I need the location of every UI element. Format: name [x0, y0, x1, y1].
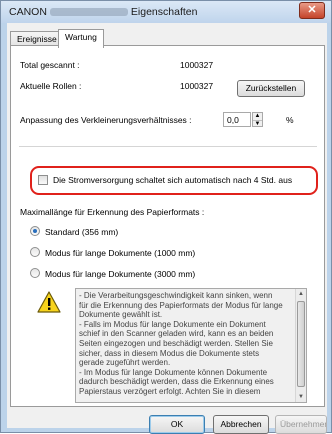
radio-long-1000[interactable] — [30, 247, 40, 257]
warning-line: schief in den Scanner geladen wird, kann… — [79, 329, 274, 339]
reset-button-label: Zurückstellen — [245, 83, 297, 93]
properties-dialog: CANON Eigenschaften ✕ Ereignisse Wartung … — [0, 0, 332, 434]
reduction-ratio-stepper[interactable]: ▲ ▼ — [252, 112, 263, 127]
warning-text: - Die Verarbeitungsgeschwindigkeit kann … — [79, 291, 283, 397]
tab-label: Ereignisse — [17, 34, 57, 44]
tab-wartung[interactable]: Wartung — [58, 29, 104, 48]
warning-line: - Die Verarbeitungsgeschwindigkeit kann … — [79, 291, 273, 300]
warning-scrollbar[interactable]: ▲ ▼ — [295, 289, 306, 402]
warning-line: - Im Modus für lange Dokumente können Do… — [79, 367, 268, 377]
ok-button-label: OK — [170, 419, 184, 429]
warning-textbox[interactable]: - Die Verarbeitungsgeschwindigkeit kann … — [75, 288, 307, 403]
apply-button[interactable]: Übernehmen — [275, 415, 327, 434]
scroll-thumb[interactable] — [297, 301, 305, 387]
scroll-down-icon[interactable]: ▼ — [296, 392, 306, 402]
stepper-down-icon[interactable]: ▼ — [253, 120, 262, 127]
tab-label: Wartung — [65, 32, 97, 42]
warning-line: dadurch beschädigt werden, dass die Erke… — [79, 377, 274, 387]
window-title-prefix: CANON — [9, 6, 47, 18]
window-title: CANON Eigenschaften — [9, 6, 197, 18]
current-rollers-value: 1000327 — [180, 81, 214, 91]
radio-standard[interactable] — [30, 226, 40, 236]
close-button[interactable]: ✕ — [299, 2, 325, 19]
scroll-up-icon[interactable]: ▲ — [296, 289, 306, 299]
apply-button-label: Übernehmen — [280, 419, 327, 429]
radio-long-1000-label[interactable]: Modus für lange Dokumente (1000 mm) — [45, 248, 195, 258]
ok-button[interactable]: OK — [149, 415, 205, 434]
warning-line: gerade zugeführt werden. — [79, 358, 171, 368]
radio-long-3000[interactable] — [30, 268, 40, 278]
close-icon: ✕ — [307, 4, 317, 16]
reduction-ratio-input[interactable]: 0,0 — [223, 112, 251, 127]
cancel-button-label: Abbrechen — [220, 419, 262, 429]
separator — [19, 146, 317, 147]
reset-button[interactable]: Zurückstellen — [237, 80, 305, 97]
warning-line: Dokumente gewählt ist. — [79, 310, 163, 320]
warning-triangle-icon — [37, 291, 61, 313]
radio-standard-label[interactable]: Standard (356 mm) — [45, 227, 118, 237]
stepper-up-icon[interactable]: ▲ — [253, 113, 262, 120]
current-rollers-label: Aktuelle Rollen : — [20, 81, 82, 91]
warning-line: Seiten eingezogen und beschädigt werden.… — [79, 338, 273, 348]
paper-length-label: Maximallänge für Erkennung des Papierfor… — [20, 207, 205, 217]
reduction-ratio-value: 0,0 — [227, 115, 239, 125]
reduction-ratio-label: Anpassung des Verkleinerungsverhältnisse… — [20, 115, 192, 125]
dialog-client: Ereignisse Wartung Total gescannt : 1000… — [7, 23, 327, 434]
warning-line: sicher, dass in diesem Modus die Dokumen… — [79, 348, 260, 358]
warning-line: Papierstaus verzögert erfolgt. Achten Si… — [79, 386, 261, 396]
window-title-suffix: Eigenschaften — [130, 6, 198, 18]
radio-long-3000-label[interactable]: Modus für lange Dokumente (3000 mm) — [45, 269, 195, 279]
auto-power-off-checkbox[interactable] — [38, 175, 48, 185]
warning-line: für die Erkennung des Papierformats der … — [79, 300, 283, 310]
title-bar[interactable]: CANON Eigenschaften ✕ — [1, 1, 331, 23]
cancel-button[interactable]: Abbrechen — [213, 415, 269, 434]
warning-line: - Falls im Modus für lange Dokumente ein… — [79, 319, 266, 329]
auto-power-off-label[interactable]: Die Stromversorgung schaltet sich automa… — [53, 175, 292, 185]
total-scanned-value: 1000327 — [180, 60, 214, 70]
total-scanned-label: Total gescannt : — [20, 60, 80, 70]
redacted-model-name — [49, 8, 128, 17]
reduction-ratio-unit: % — [286, 115, 294, 125]
maintenance-panel: Total gescannt : 1000327 Aktuelle Rollen… — [10, 45, 325, 407]
